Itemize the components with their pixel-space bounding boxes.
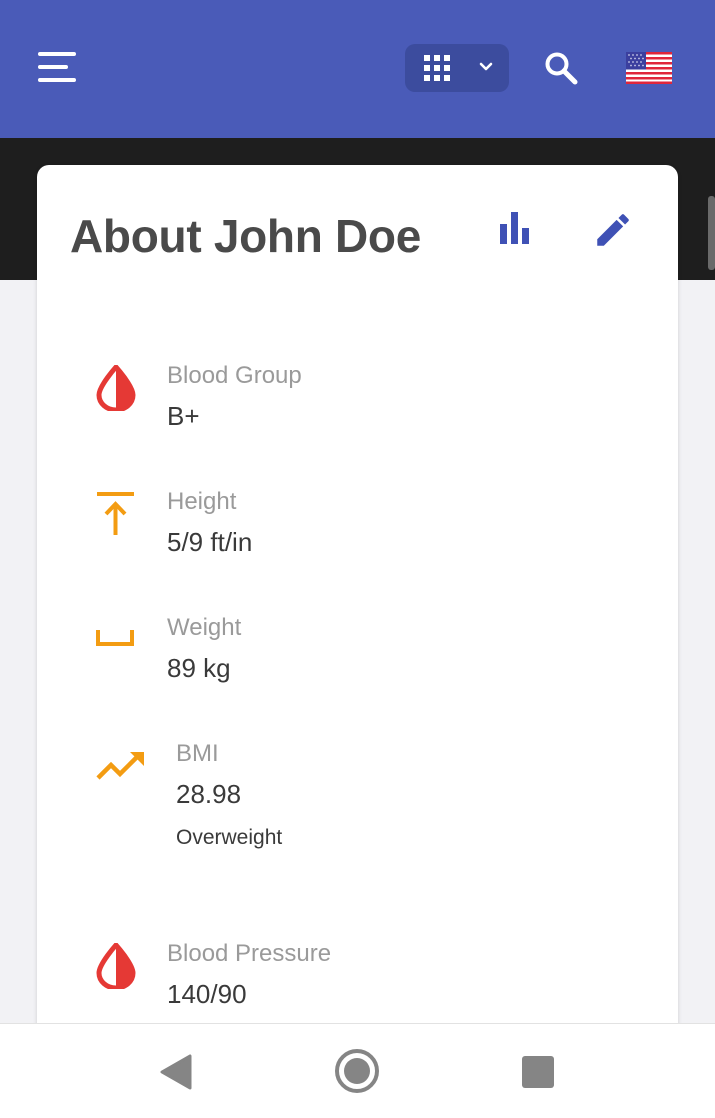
height-arrow-icon (97, 492, 134, 535)
scroll-indicator[interactable] (708, 196, 715, 270)
blood-drop-icon (96, 365, 136, 411)
blood-drop-icon (96, 943, 136, 989)
weight-scale-icon (96, 630, 134, 646)
pencil-edit-icon[interactable] (592, 209, 634, 251)
metric-label: Weight (167, 614, 242, 641)
recent-apps-square-icon[interactable] (522, 1056, 554, 1088)
apps-grid-icon (424, 55, 450, 81)
metric-value: B+ (167, 401, 200, 431)
bar-chart-icon[interactable] (497, 210, 533, 246)
search-icon[interactable] (544, 51, 578, 85)
metric-value: 5/9 ft/in (167, 527, 253, 557)
about-card: About John Doe Blood Group B+ Height 5/9… (37, 165, 678, 1045)
chevron-down-icon (479, 62, 493, 71)
bmi-status: Overweight (176, 826, 283, 849)
home-circle-icon[interactable] (334, 1048, 380, 1094)
back-triangle-icon[interactable] (160, 1054, 192, 1090)
hamburger-menu-icon[interactable] (38, 52, 76, 84)
apps-dropdown-button[interactable] (405, 44, 509, 92)
metric-value: 28.98 (176, 779, 242, 809)
metric-label: Blood Pressure (167, 940, 332, 967)
page-title: About John Doe (70, 210, 421, 262)
metric-label: Blood Group (167, 362, 302, 389)
metric-label: BMI (176, 740, 219, 767)
metric-label: Height (167, 488, 237, 515)
us-flag-icon[interactable] (626, 52, 672, 84)
metric-value: 140/90 (167, 979, 247, 1009)
trending-up-icon (96, 752, 144, 780)
system-nav-bar (0, 1023, 715, 1118)
metric-value: 89 kg (167, 653, 231, 683)
app-bar (0, 0, 715, 138)
